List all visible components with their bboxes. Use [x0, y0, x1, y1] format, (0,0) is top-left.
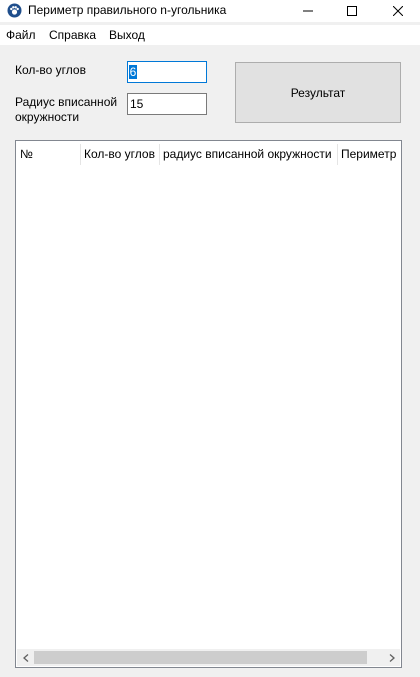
scroll-left-button[interactable] — [17, 649, 34, 666]
radius-input[interactable] — [127, 93, 207, 115]
close-button[interactable] — [376, 0, 420, 22]
results-table[interactable]: № Кол-во углов радиус вписанной окружнос… — [15, 140, 402, 668]
chevron-left-icon — [22, 653, 28, 662]
title-bar: Периметр правильного n-угольника — [0, 0, 420, 22]
maximize-icon — [347, 6, 357, 16]
paw-icon — [7, 3, 22, 18]
minimize-button[interactable] — [286, 0, 330, 22]
column-header-perimeter[interactable]: Периметр — [338, 144, 401, 165]
menu-help[interactable]: Справка — [49, 28, 96, 42]
menu-file[interactable]: Файл — [6, 28, 36, 42]
angles-selection: 6 — [129, 65, 137, 79]
menu-exit[interactable]: Выход — [109, 28, 145, 42]
result-button[interactable]: Результат — [235, 62, 401, 123]
maximize-button[interactable] — [330, 0, 374, 22]
close-icon — [393, 6, 403, 16]
window-title: Периметр правильного n-угольника — [28, 3, 227, 17]
scroll-right-button[interactable] — [383, 649, 400, 666]
horizontal-scrollbar[interactable] — [17, 649, 400, 666]
column-header-angles[interactable]: Кол-во углов — [81, 144, 160, 165]
angles-input[interactable] — [127, 61, 207, 83]
minimize-icon — [303, 10, 313, 12]
column-header-number[interactable]: № — [17, 144, 81, 165]
menu-bar: Файл Справка Выход — [0, 25, 420, 45]
table-header: № Кол-во углов радиус вписанной окружнос… — [17, 144, 401, 165]
chevron-right-icon — [389, 653, 395, 662]
angles-label: Кол-во углов — [15, 63, 86, 77]
scrollbar-thumb[interactable] — [34, 651, 367, 664]
radius-label: Радиус вписанной окружности — [15, 95, 118, 124]
column-header-radius[interactable]: радиус вписанной окружности — [160, 144, 338, 165]
